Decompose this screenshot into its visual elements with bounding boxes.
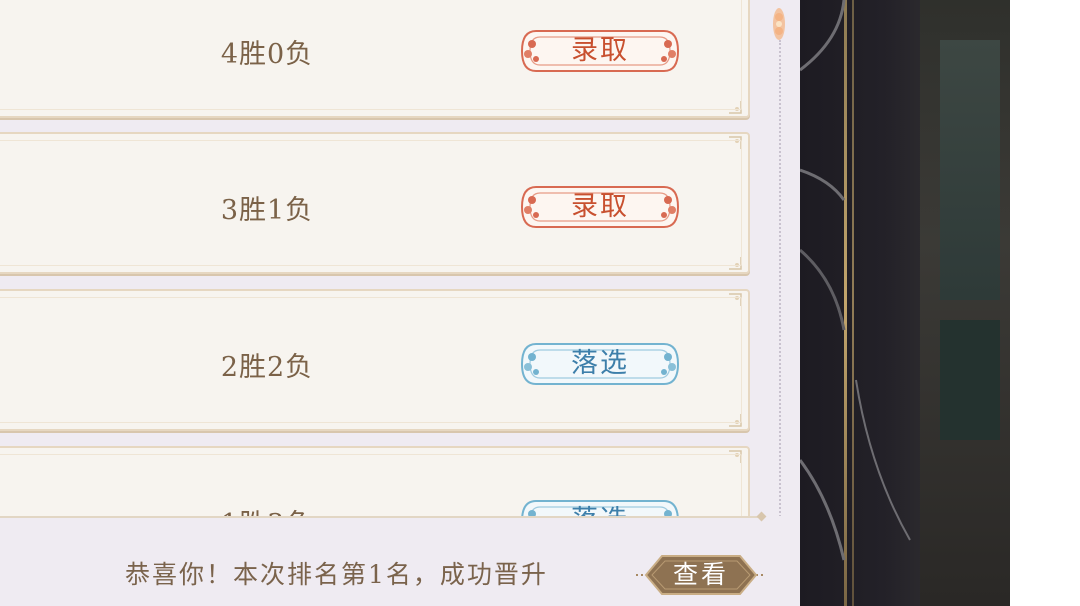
scroll-knob[interactable] [770,4,788,44]
status-label: 录取 [571,35,629,66]
background-shelf [940,40,1000,300]
frame-ornament-icon [800,0,911,561]
status-badge-admitted: 录取 [518,28,682,74]
view-button[interactable]: 查看 [636,553,766,597]
status-badge-admitted: 录取 [518,184,682,230]
promotion-message: 恭喜你！本次排名第1名，成功晋升 [125,560,548,589]
corner-ornament-icon [729,293,742,306]
background-scene [800,0,1010,606]
result-card: 4胜0负 录取 [0,0,750,118]
record-text: 2胜2负 [220,352,314,383]
corner-ornament-icon [729,101,742,114]
footer-divider [0,516,762,518]
scroll-rail[interactable] [779,40,781,520]
record-text: 4胜0负 [220,39,314,70]
badge-frame-icon [520,30,680,72]
status-label: 录取 [571,191,629,222]
corner-ornament-icon [729,450,742,463]
corner-ornament-icon [729,414,742,427]
corner-ornament-icon [729,136,742,149]
corner-ornament-icon [729,257,742,270]
background-panel [940,320,1000,440]
status-badge-rejected: 落选 [518,341,682,387]
result-card: 3胜1负 录取 [0,132,750,274]
badge-frame-icon [520,343,680,385]
results-panel: 4胜0负 录取 3胜1负 录取 2胜2负 落选 恭喜你！本次排名第1名，成功晋升… [0,0,800,606]
record-text: 3胜1负 [220,195,314,226]
status-label: 落选 [571,348,629,379]
badge-frame-icon [520,186,680,228]
view-button-label: 查看 [672,560,729,589]
result-card: 2胜2负 落选 [0,289,750,431]
